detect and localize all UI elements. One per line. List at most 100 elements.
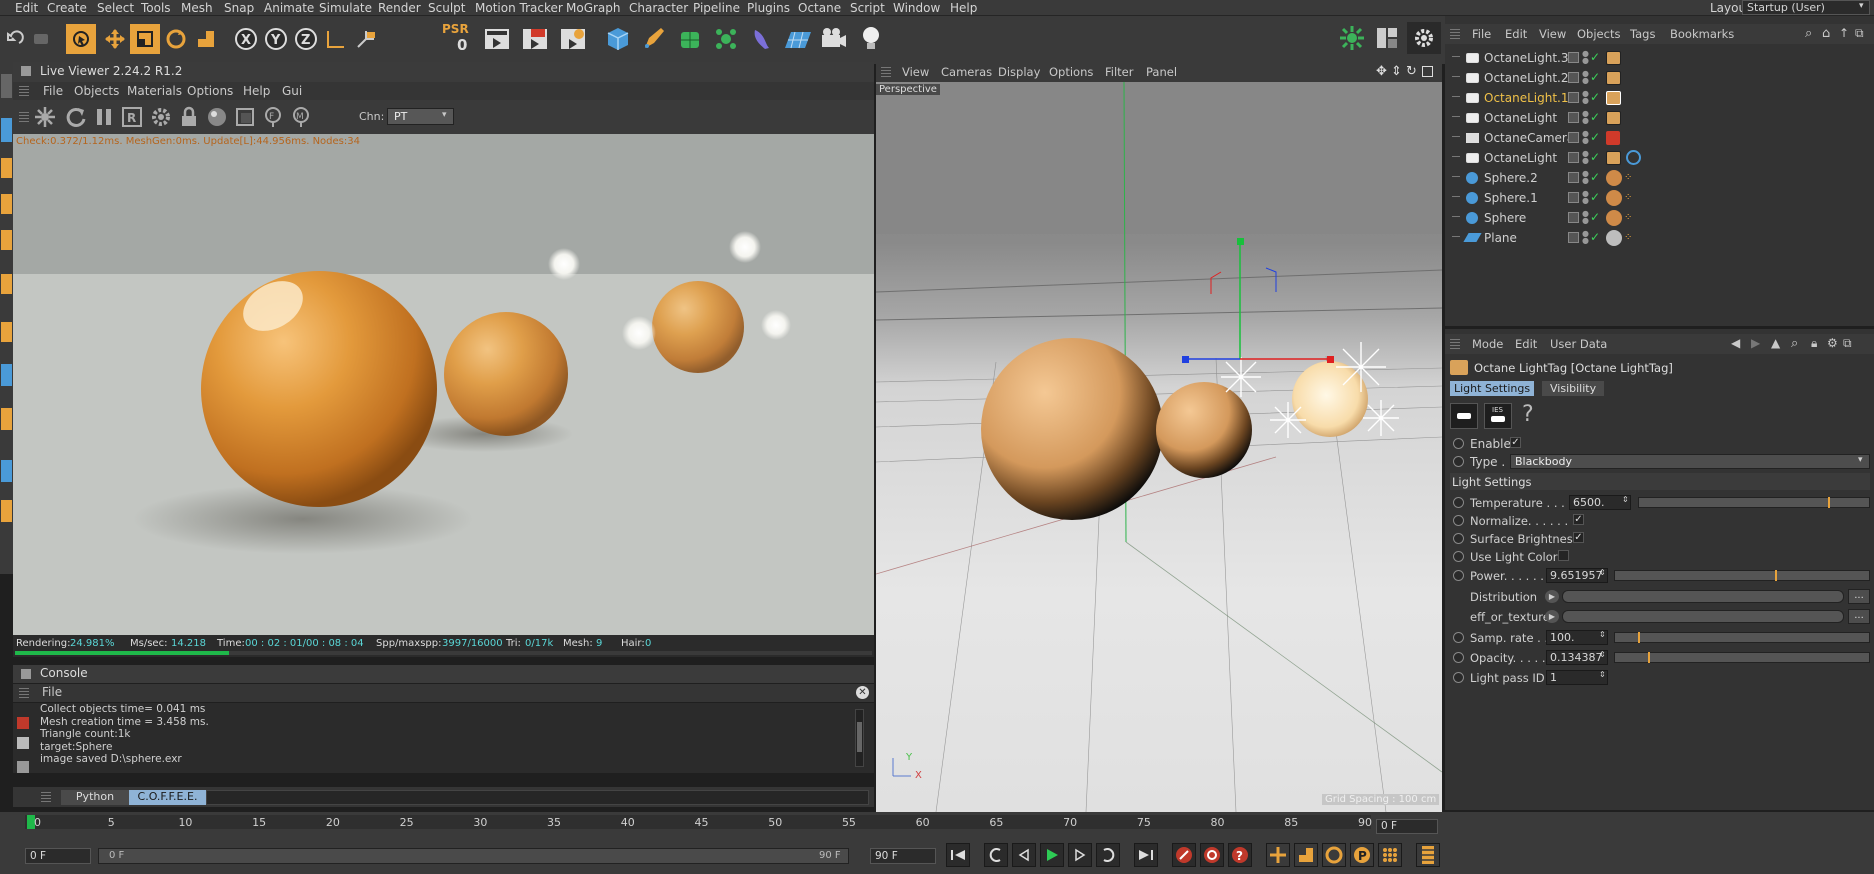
texture-mode-icon[interactable] <box>1 322 12 342</box>
key-parameter-icon[interactable]: P <box>1350 843 1374 867</box>
object-row[interactable]: OctaneLight ● ● ✓ <box>1450 148 1870 168</box>
menu-plugins[interactable]: Plugins <box>747 1 790 15</box>
key-position-icon[interactable] <box>1266 843 1290 867</box>
stepper-icon[interactable]: ⇕ <box>1599 568 1606 577</box>
pick-material-icon[interactable]: M <box>290 106 312 128</box>
y-axis-icon[interactable]: Y <box>261 24 291 54</box>
console-menu-file[interactable]: File <box>42 685 62 699</box>
menu-pipeline[interactable]: Pipeline <box>693 1 740 15</box>
stepper-icon[interactable]: ⇕ <box>1599 650 1606 659</box>
new-window-icon[interactable]: ⧉ <box>1843 336 1852 351</box>
enabled-check-icon[interactable]: ✓ <box>1590 170 1600 184</box>
enabled-check-icon[interactable]: ✓ <box>1590 230 1600 244</box>
render-image[interactable]: Check:0.372/1.12ms. MeshGen:0ms. Update[… <box>13 134 874 635</box>
move-icon[interactable] <box>100 24 130 54</box>
tab-visibility[interactable]: Visibility <box>1542 381 1605 396</box>
menu-motion-tracker[interactable]: Motion Tracker <box>475 1 563 15</box>
vp-menu-panel[interactable]: Panel <box>1146 65 1177 79</box>
copy-icon[interactable] <box>17 761 29 773</box>
subdivision-icon[interactable] <box>675 24 705 54</box>
next-frame-icon[interactable] <box>1068 843 1092 867</box>
menu-sculpt[interactable]: Sculpt <box>428 1 465 15</box>
object-row[interactable]: OctaneCamera ● ● ✓ <box>1450 128 1870 148</box>
octane-light-tag-icon[interactable] <box>1606 71 1621 85</box>
animation-key-icon[interactable] <box>1453 515 1464 526</box>
pick-focus-icon[interactable]: F <box>262 106 284 128</box>
settings-gear-icon[interactable] <box>150 106 172 128</box>
cube-icon[interactable] <box>603 24 633 54</box>
object-row[interactable]: Sphere.1 ● ● ✓ ⁘ <box>1450 188 1870 208</box>
octane-settings-icon[interactable] <box>1337 22 1367 54</box>
key-point-level-icon[interactable] <box>1378 843 1402 867</box>
am-menu-edit[interactable]: Edit <box>1515 337 1537 351</box>
visibility-dots-icon[interactable]: ● ● <box>1582 110 1589 125</box>
render-picture-viewer-icon[interactable] <box>520 24 550 54</box>
material-tag-icon[interactable] <box>1606 230 1622 246</box>
scrollbar-thumb[interactable] <box>857 722 862 752</box>
enabled-check-icon[interactable]: ✓ <box>1590 190 1600 204</box>
autokeying-icon[interactable] <box>1200 843 1224 867</box>
distribution-browse-button[interactable]: ... <box>1848 589 1870 604</box>
eff-browse-button[interactable]: ... <box>1848 609 1870 624</box>
restart-render-icon[interactable] <box>65 106 87 128</box>
menu-mesh[interactable]: Mesh <box>181 1 213 15</box>
menu-select[interactable]: Select <box>97 1 134 15</box>
om-menu-edit[interactable]: Edit <box>1505 27 1527 41</box>
visibility-dots-icon[interactable]: ● ● <box>1582 170 1589 185</box>
tab-light-settings[interactable]: Light Settings <box>1450 381 1535 396</box>
go-to-start-icon[interactable] <box>946 843 970 867</box>
slider-handle[interactable] <box>1827 497 1830 508</box>
menu-simulate[interactable]: Simulate <box>319 1 372 15</box>
previous-frame-icon[interactable] <box>1012 843 1036 867</box>
octane-light-tag-icon[interactable] <box>1606 111 1621 125</box>
enable-checkbox[interactable]: ✓ <box>1510 437 1521 448</box>
animation-key-icon[interactable] <box>1453 652 1464 663</box>
record-active-objects-icon[interactable] <box>1172 843 1196 867</box>
camera-tag-icon[interactable] <box>1606 131 1620 145</box>
play-forward-icon[interactable] <box>1040 843 1064 867</box>
material-ball-icon[interactable] <box>206 106 228 128</box>
lv-menu-file[interactable]: File <box>43 84 63 98</box>
stepper-icon[interactable]: ⇕ <box>1622 495 1629 504</box>
object-row[interactable]: Sphere.2 ● ● ✓ ⁘ <box>1450 168 1870 188</box>
previous-key-icon[interactable] <box>984 843 1008 867</box>
edit-render-settings-icon[interactable] <box>558 24 588 54</box>
octane-object-tag-icon[interactable]: ⁘ <box>1624 172 1632 183</box>
am-menu-mode[interactable]: Mode <box>1472 337 1503 351</box>
target-tag-icon[interactable] <box>1626 150 1641 165</box>
animation-key-icon[interactable] <box>1453 456 1464 467</box>
object-row[interactable]: OctaneLight.2 ● ● ✓ <box>1450 68 1870 88</box>
pen-icon[interactable] <box>639 24 669 54</box>
octane-object-tag-icon[interactable]: ⁘ <box>1624 232 1632 243</box>
om-menu-bookmarks[interactable]: Bookmarks <box>1670 27 1734 41</box>
pause-icon[interactable] <box>93 106 115 128</box>
psr-indicator[interactable]: PSR 0 <box>441 22 471 54</box>
enabled-check-icon[interactable]: ✓ <box>1590 130 1600 144</box>
viewport-3d[interactable]: Perspective X Y Grid Spacing : 100 cm <box>876 82 1442 812</box>
axis-mode-icon[interactable] <box>1 274 12 294</box>
gear-icon[interactable] <box>1407 22 1441 54</box>
menu-mograph[interactable]: MoGraph <box>566 1 621 15</box>
light-preset-button[interactable] <box>1450 403 1478 429</box>
key-scale-icon[interactable] <box>1294 843 1318 867</box>
eff-link-field[interactable] <box>1562 610 1844 623</box>
layer-icon[interactable] <box>1568 132 1579 143</box>
vp-menu-options[interactable]: Options <box>1049 65 1093 79</box>
lv-menu-options[interactable]: Options <box>187 84 233 98</box>
new-window-icon[interactable]: ⧉ <box>1855 26 1864 41</box>
samp-rate-slider[interactable] <box>1614 632 1870 643</box>
floor-icon[interactable] <box>783 24 813 54</box>
menu-octane[interactable]: Octane <box>798 1 841 15</box>
visibility-dots-icon[interactable]: ● ● <box>1582 130 1589 145</box>
enabled-check-icon[interactable]: ✓ <box>1590 90 1600 104</box>
layout-icon[interactable] <box>1372 22 1402 54</box>
settings-icon[interactable]: ⚙︎ <box>1827 336 1838 350</box>
menu-script[interactable]: Script <box>850 1 885 15</box>
search-icon[interactable]: ⌕ <box>1805 26 1812 41</box>
select-cursor-icon[interactable] <box>66 24 96 54</box>
enabled-check-icon[interactable]: ✓ <box>1590 150 1600 164</box>
layer-icon[interactable] <box>1568 212 1579 223</box>
object-row[interactable]: OctaneLight.1 ● ● ✓ <box>1450 88 1870 108</box>
vp-menu-cameras[interactable]: Cameras <box>941 65 992 79</box>
render-view-icon[interactable] <box>482 24 512 54</box>
